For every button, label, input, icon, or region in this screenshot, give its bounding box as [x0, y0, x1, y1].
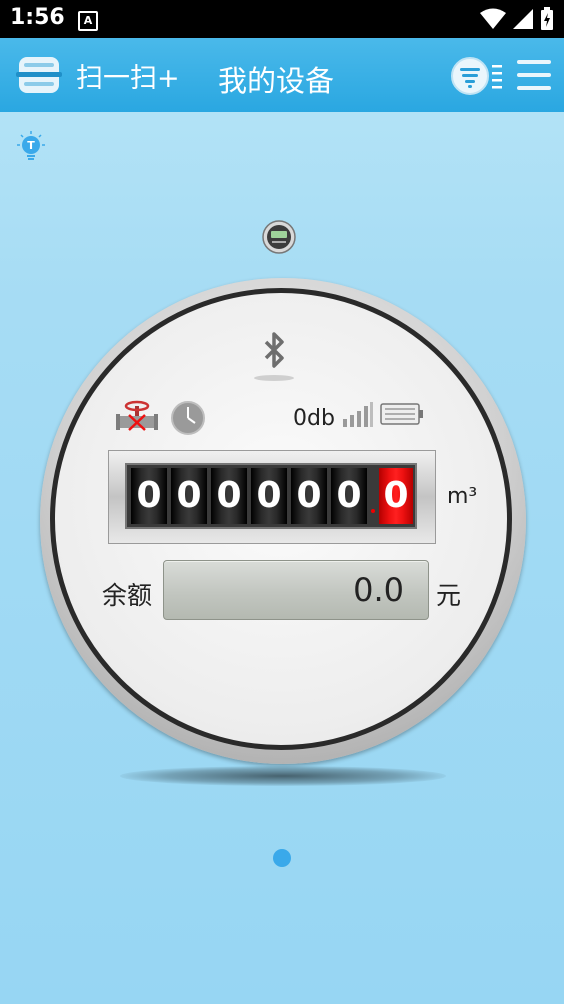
battery-icon [380, 403, 423, 425]
hamburger-menu-icon [517, 60, 551, 90]
filter-button[interactable] [450, 56, 504, 100]
bluetooth-button[interactable] [252, 328, 296, 390]
bluetooth-icon [254, 332, 294, 381]
device-selector[interactable] [262, 220, 296, 258]
meter-device-icon [262, 220, 296, 254]
balance-label: 余额 [102, 581, 153, 610]
scan-label: 扫一扫+ [76, 62, 180, 94]
timer-button[interactable] [170, 400, 206, 440]
counter-decimal-digit: 0 [379, 468, 413, 524]
svg-text:T: T [27, 139, 35, 152]
valve-closed-icon [116, 400, 158, 431]
counter-digit: 0 [331, 468, 367, 524]
counter-digit: 0 [291, 468, 327, 524]
status-time: 1:56 [10, 5, 65, 30]
battery-status-icon [541, 7, 553, 30]
counter-digit: 0 [131, 468, 167, 524]
scan-icon [16, 57, 62, 93]
currency-unit: 元 [436, 581, 462, 610]
signal-strength-text: 0db [293, 406, 335, 431]
notification-a-icon: A [78, 11, 98, 31]
decimal-point [371, 509, 375, 513]
balance-value: 0.0 [353, 571, 404, 609]
counter-digit: 0 [171, 468, 207, 524]
signal-indicator [342, 402, 374, 432]
volume-counter: 0 0 0 0 0 0 0 [108, 450, 436, 544]
balance-display: 0.0 [163, 560, 429, 620]
status-bar: 1:56 A [0, 0, 564, 38]
tip-button[interactable]: T [14, 130, 48, 166]
menu-button[interactable] [516, 58, 552, 96]
counter-digit: 0 [211, 468, 247, 524]
app-header: 扫一扫+ 我的设备 [0, 38, 564, 112]
page-title: 我的设备 [218, 64, 335, 98]
lightbulb-icon: T [17, 131, 45, 160]
cellular-icon [513, 9, 533, 29]
clock-icon [171, 401, 205, 435]
wifi-icon [480, 8, 506, 29]
counter-digit: 0 [251, 468, 287, 524]
status-icons [480, 7, 554, 31]
battery-indicator [380, 403, 424, 429]
signal-bars-icon [343, 402, 373, 427]
counter-digits: 0 0 0 0 0 0 0 [125, 463, 417, 529]
meter-shadow [120, 766, 446, 786]
filter-list-icon [451, 57, 502, 95]
valve-status [116, 400, 158, 436]
scan-button[interactable]: 扫一扫+ [16, 48, 180, 102]
volume-unit: m³ [447, 484, 478, 509]
page-indicator-dot[interactable] [273, 849, 291, 867]
